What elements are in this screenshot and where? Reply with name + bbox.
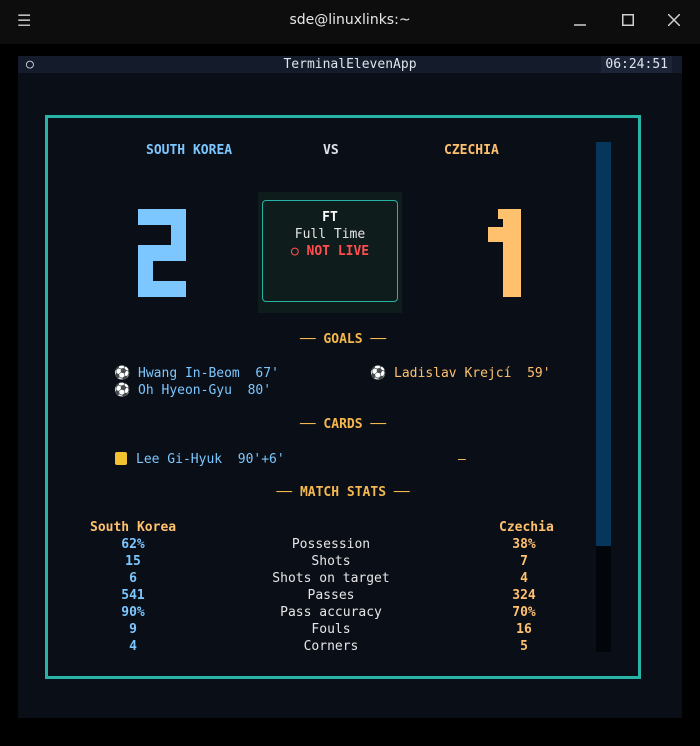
match-status-frame: FT Full Time ○ NOT LIVE — [262, 200, 398, 302]
goal-home-1: ⚽ Hwang In-Beom 67' — [114, 366, 279, 381]
soccer-ball-icon: ⚽ — [114, 383, 131, 398]
match-status-box: FT Full Time ○ NOT LIVE — [258, 192, 402, 313]
yellow-card-icon — [115, 452, 127, 465]
stats-section-title: ── MATCH STATS ── — [276, 485, 410, 500]
maximize-icon[interactable] — [622, 12, 634, 30]
live-status: ○ NOT LIVE — [290, 244, 370, 259]
home-score-value: 2 — [138, 209, 139, 210]
goal-away-1: ⚽ Ladislav Krejcí 59' — [370, 366, 551, 381]
window-titlebar: ☰ sde@linuxlinks:~ — [0, 0, 700, 44]
close-icon[interactable] — [667, 12, 681, 30]
stats-away-team: Czechia — [499, 520, 554, 535]
window-title: sde@linuxlinks:~ — [289, 12, 411, 28]
away-team-name: CZECHIA — [444, 143, 499, 158]
app-header: ○ TerminalElevenApp 06:24:51 — [18, 56, 682, 73]
goals-section-title: ── GOALS ── — [299, 332, 387, 347]
minimize-icon[interactable] — [574, 12, 586, 30]
card-away-placeholder: – — [458, 452, 466, 467]
home-team-name: SOUTH KOREA — [146, 143, 233, 158]
card-home-1: Lee Gi-Hyuk 90'+6' — [115, 451, 285, 468]
match-panel: SOUTH KOREA VS CZECHIA 2 FT Full Time ○ … — [45, 115, 641, 679]
away-score-value: 1 — [488, 209, 489, 210]
soccer-ball-icon: ⚽ — [114, 366, 131, 381]
status-long: Full Time — [294, 227, 366, 242]
soccer-ball-icon: ⚽ — [370, 366, 387, 381]
goal-home-2: ⚽ Oh Hyeon-Gyu 80' — [114, 383, 272, 398]
status-short: FT — [322, 210, 338, 225]
away-score-digit: 1 — [488, 209, 523, 297]
cards-section-title: ── CARDS ── — [299, 417, 387, 432]
vs-label: VS — [323, 143, 339, 158]
home-score-digit: 2 — [138, 209, 186, 297]
scrollbar-track[interactable] — [596, 142, 611, 652]
app-title: TerminalElevenApp — [283, 57, 417, 72]
stats-home-team: South Korea — [90, 520, 177, 535]
terminal-area: ○ TerminalElevenApp 06:24:51 SOUTH KOREA… — [18, 56, 682, 718]
app-clock: 06:24:51 — [601, 56, 672, 73]
